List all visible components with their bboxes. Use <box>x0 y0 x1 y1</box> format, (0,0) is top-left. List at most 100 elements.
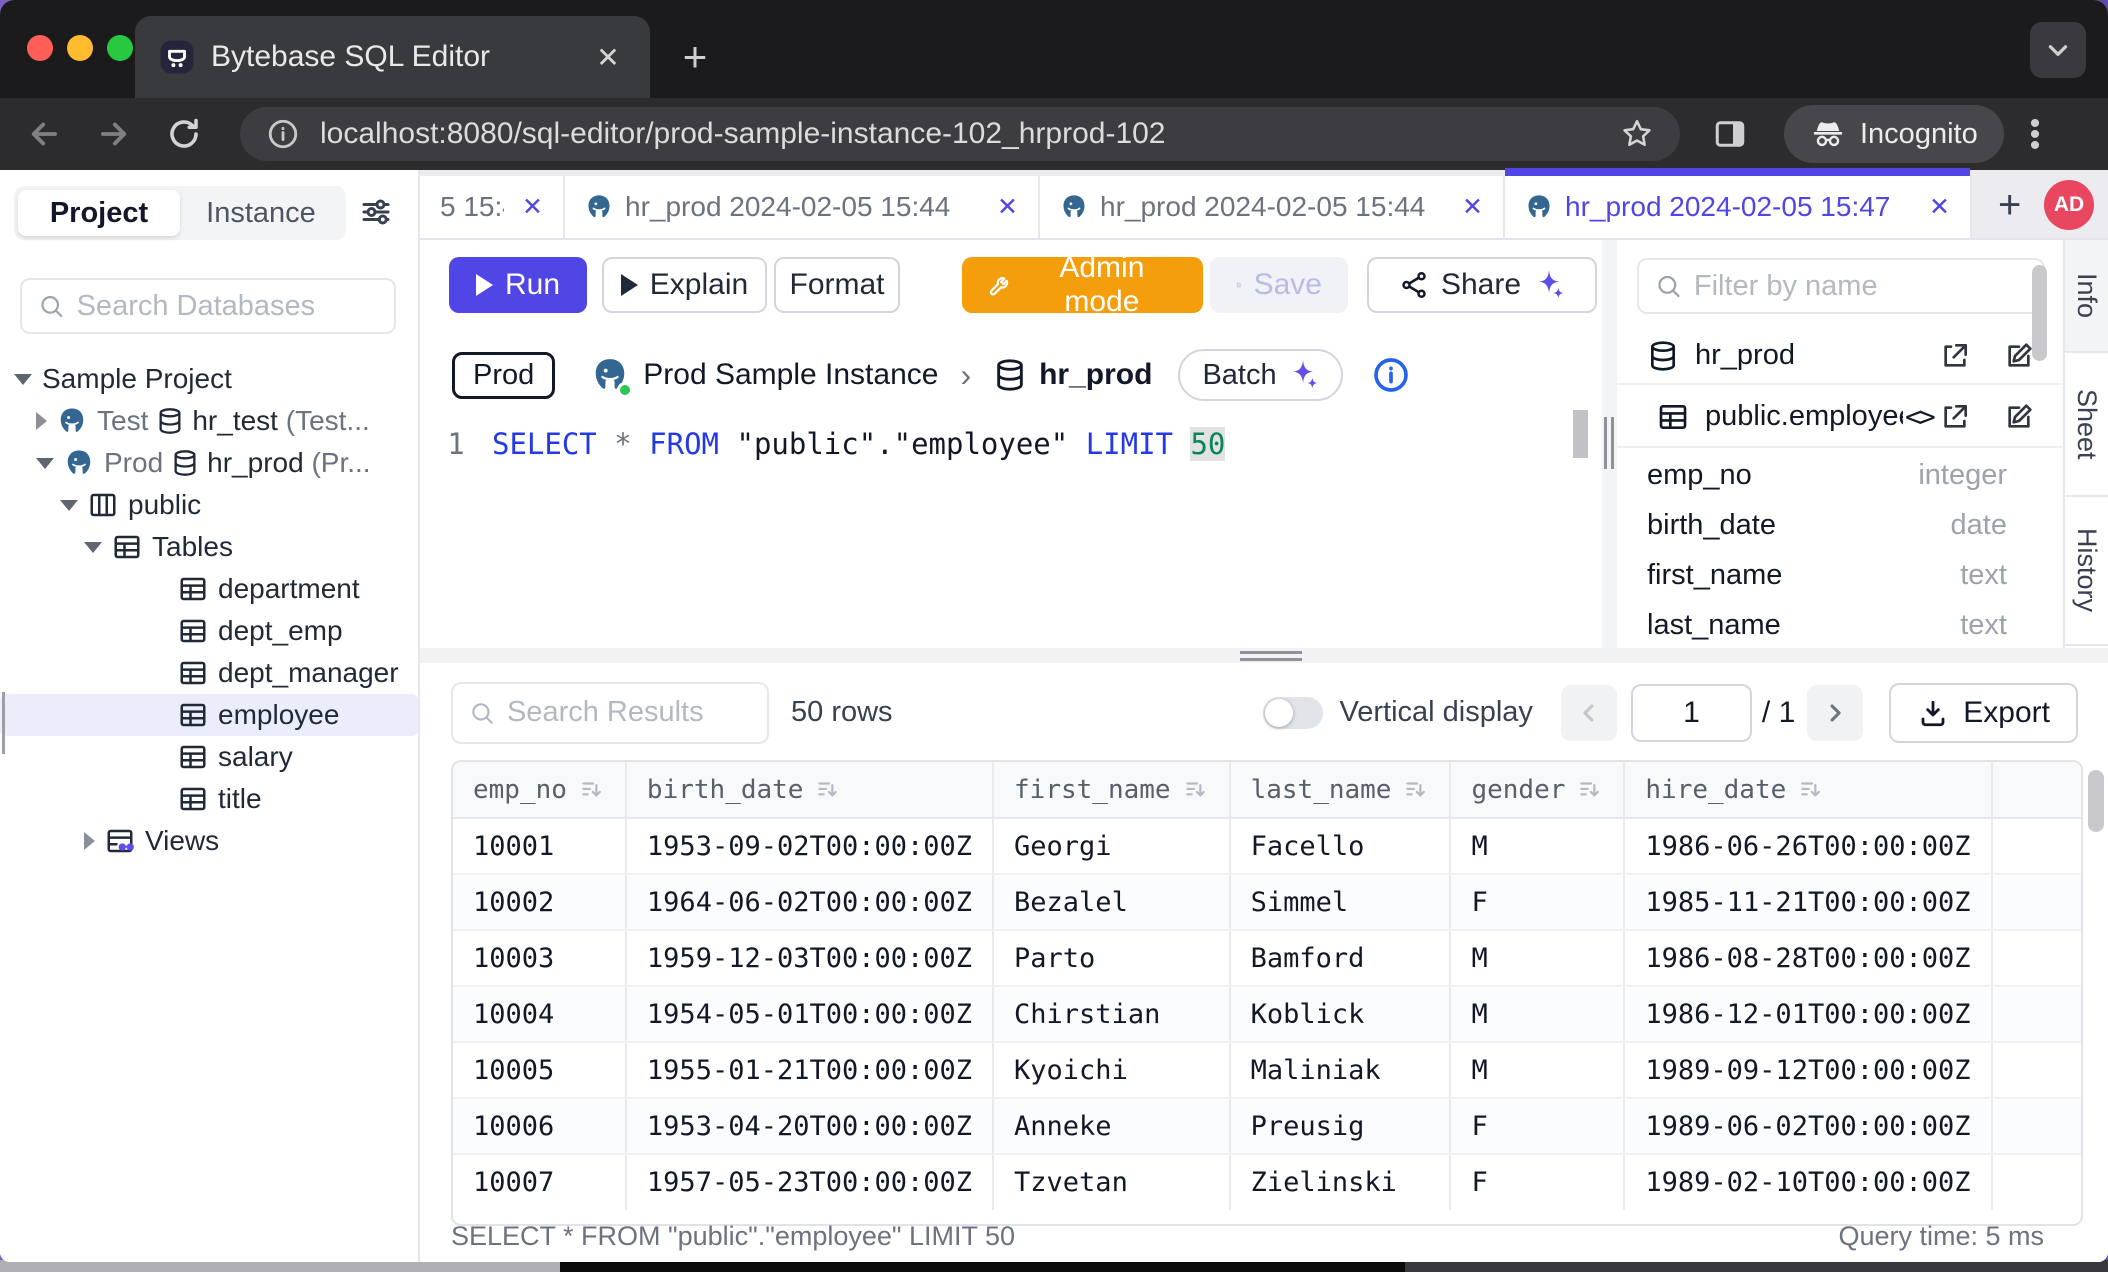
tree-item-dept_manager[interactable]: dept_manager <box>0 652 418 694</box>
caret-right-icon[interactable] <box>36 412 47 430</box>
breadcrumb-instance[interactable]: Prod Sample Instance <box>643 358 938 392</box>
results-search-input[interactable] <box>507 696 751 729</box>
back-button[interactable] <box>22 112 66 156</box>
editor-tab-1[interactable]: 5 15:44✕ <box>420 176 565 238</box>
editor-tab-4[interactable]: hr_prod 2024-02-05 15:47✕ <box>1505 176 1972 238</box>
side-tab-history[interactable]: History <box>2065 497 2108 646</box>
column-header-birth_date[interactable]: birth_date <box>626 762 993 818</box>
side-tab-info[interactable]: Info <box>2065 240 2108 353</box>
caret-down-icon[interactable] <box>14 374 32 385</box>
editor-tab-3[interactable]: hr_prod 2024-02-05 15:44✕ <box>1040 176 1505 238</box>
side-panel-icon[interactable] <box>1712 116 1748 152</box>
splitter-drag-handle[interactable] <box>1240 651 1302 661</box>
editor-scrollbar-thumb[interactable] <box>1573 410 1588 458</box>
save-button[interactable]: Save <box>1210 257 1348 313</box>
tab-project[interactable]: Project <box>18 190 180 236</box>
sort-icon[interactable] <box>1798 777 1824 803</box>
new-query-tab-button[interactable]: + <box>1998 183 2021 228</box>
code-glyph-icon[interactable]: <> <box>1905 400 1933 433</box>
results-search[interactable] <box>451 682 769 744</box>
ai-sparkle-icon[interactable] <box>1533 269 1565 301</box>
database-search[interactable] <box>20 278 396 334</box>
tree-item-salary[interactable]: salary <box>0 736 418 778</box>
user-avatar[interactable]: AD <box>2044 180 2094 230</box>
sort-icon[interactable] <box>1577 777 1603 803</box>
sidebar-resize-handle[interactable] <box>0 692 7 754</box>
export-button[interactable]: Export <box>1889 683 2078 743</box>
browser-tab-close-icon[interactable]: ✕ <box>590 39 626 75</box>
prev-page-button[interactable] <box>1561 685 1617 741</box>
sort-icon[interactable] <box>1183 777 1209 803</box>
tree-item-Tables[interactable]: Tables <box>0 526 418 568</box>
new-tab-button[interactable]: + <box>668 30 722 84</box>
site-info-icon[interactable] <box>266 117 300 151</box>
explain-button[interactable]: Explain <box>602 257 767 313</box>
sort-icon[interactable] <box>1403 777 1429 803</box>
schema-filter-input[interactable] <box>1694 270 2027 303</box>
column-row-emp_no[interactable]: emp_nointeger <box>1617 450 2063 500</box>
results-scrollbar-thumb[interactable] <box>2088 770 2104 832</box>
edit-pencil-icon[interactable] <box>2003 340 2035 372</box>
editor-tab-2[interactable]: hr_prod 2024-02-05 15:44✕ <box>565 176 1040 238</box>
tab-close-icon[interactable]: ✕ <box>1462 192 1483 222</box>
run-button[interactable]: Run <box>449 257 587 313</box>
tree-item-dept_emp[interactable]: dept_emp <box>0 610 418 652</box>
tree-item-department[interactable]: department <box>0 568 418 610</box>
schema-filter[interactable] <box>1637 258 2045 314</box>
info-circle-icon[interactable] <box>1371 355 1411 395</box>
tab-search-button[interactable] <box>2030 22 2086 78</box>
vertical-display-toggle[interactable] <box>1263 697 1323 729</box>
tree-item-title[interactable]: title <box>0 778 418 820</box>
tree-item-hr_prod[interactable]: Prodhr_prod (Pr... <box>0 442 418 484</box>
tree-item-hr_test[interactable]: Testhr_test (Test... <box>0 400 418 442</box>
maximize-window-button[interactable] <box>107 35 133 61</box>
edit-pencil-icon[interactable] <box>2003 401 2035 433</box>
bookmark-star-icon[interactable] <box>1620 117 1654 151</box>
schema-database-row[interactable]: hr_prod <box>1617 328 2063 385</box>
tab-instance[interactable]: Instance <box>180 190 342 236</box>
breadcrumb-database[interactable]: hr_prod <box>1039 358 1152 392</box>
next-page-button[interactable] <box>1807 685 1863 741</box>
filter-sliders-icon[interactable] <box>358 194 394 230</box>
database-search-input[interactable] <box>77 290 378 323</box>
column-header-gender[interactable]: gender <box>1450 762 1624 818</box>
caret-right-icon[interactable] <box>84 832 95 850</box>
forward-button[interactable] <box>92 112 136 156</box>
open-external-icon[interactable] <box>1939 340 1971 372</box>
sql-code-editor[interactable]: 1 SELECT * FROM "public"."employee" LIMI… <box>420 418 1602 470</box>
caret-down-icon[interactable] <box>60 500 78 511</box>
tab-close-icon[interactable]: ✕ <box>997 192 1018 222</box>
sort-icon[interactable] <box>815 777 841 803</box>
url-bar[interactable]: localhost:8080/sql-editor/prod-sample-in… <box>240 107 1680 161</box>
admin-mode-button[interactable]: Admin mode <box>962 257 1203 313</box>
panel-resize-handle[interactable] <box>1604 417 1614 469</box>
caret-down-icon[interactable] <box>84 542 102 553</box>
share-button[interactable]: Share <box>1367 257 1597 313</box>
tree-item-public[interactable]: public <box>0 484 418 526</box>
batch-button[interactable]: Batch <box>1178 349 1342 401</box>
close-window-button[interactable] <box>27 35 53 61</box>
column-header-hire_date[interactable]: hire_date <box>1624 762 1991 818</box>
page-number-input[interactable] <box>1631 684 1752 742</box>
minimize-window-button[interactable] <box>67 35 93 61</box>
schema-table-row[interactable]: public.employee <> <box>1617 387 2063 448</box>
tab-close-icon[interactable]: ✕ <box>1929 192 1950 222</box>
column-row-birth_date[interactable]: birth_datedate <box>1617 500 2063 550</box>
tab-close-icon[interactable]: ✕ <box>522 192 543 222</box>
column-row-last_name[interactable]: last_nametext <box>1617 600 2063 648</box>
format-button[interactable]: Format <box>774 257 900 313</box>
column-list-scrollbar-thumb[interactable] <box>2032 265 2047 361</box>
side-tab-sheet[interactable]: Sheet <box>2065 353 2108 497</box>
tree-item-Sample Project[interactable]: Sample Project <box>0 358 418 400</box>
caret-down-icon[interactable] <box>36 458 54 469</box>
sort-icon[interactable] <box>579 777 605 803</box>
column-row-first_name[interactable]: first_nametext <box>1617 550 2063 600</box>
column-header-first_name[interactable]: first_name <box>993 762 1230 818</box>
open-external-icon[interactable] <box>1939 401 1971 433</box>
reload-button[interactable] <box>162 112 206 156</box>
tree-item-Views[interactable]: Views <box>0 820 418 862</box>
column-header-last_name[interactable]: last_name <box>1230 762 1451 818</box>
browser-menu-button[interactable]: ••• <box>2030 118 2041 151</box>
column-header-emp_no[interactable]: emp_no <box>453 762 626 818</box>
browser-tab[interactable]: Bytebase SQL Editor ✕ <box>135 16 650 98</box>
